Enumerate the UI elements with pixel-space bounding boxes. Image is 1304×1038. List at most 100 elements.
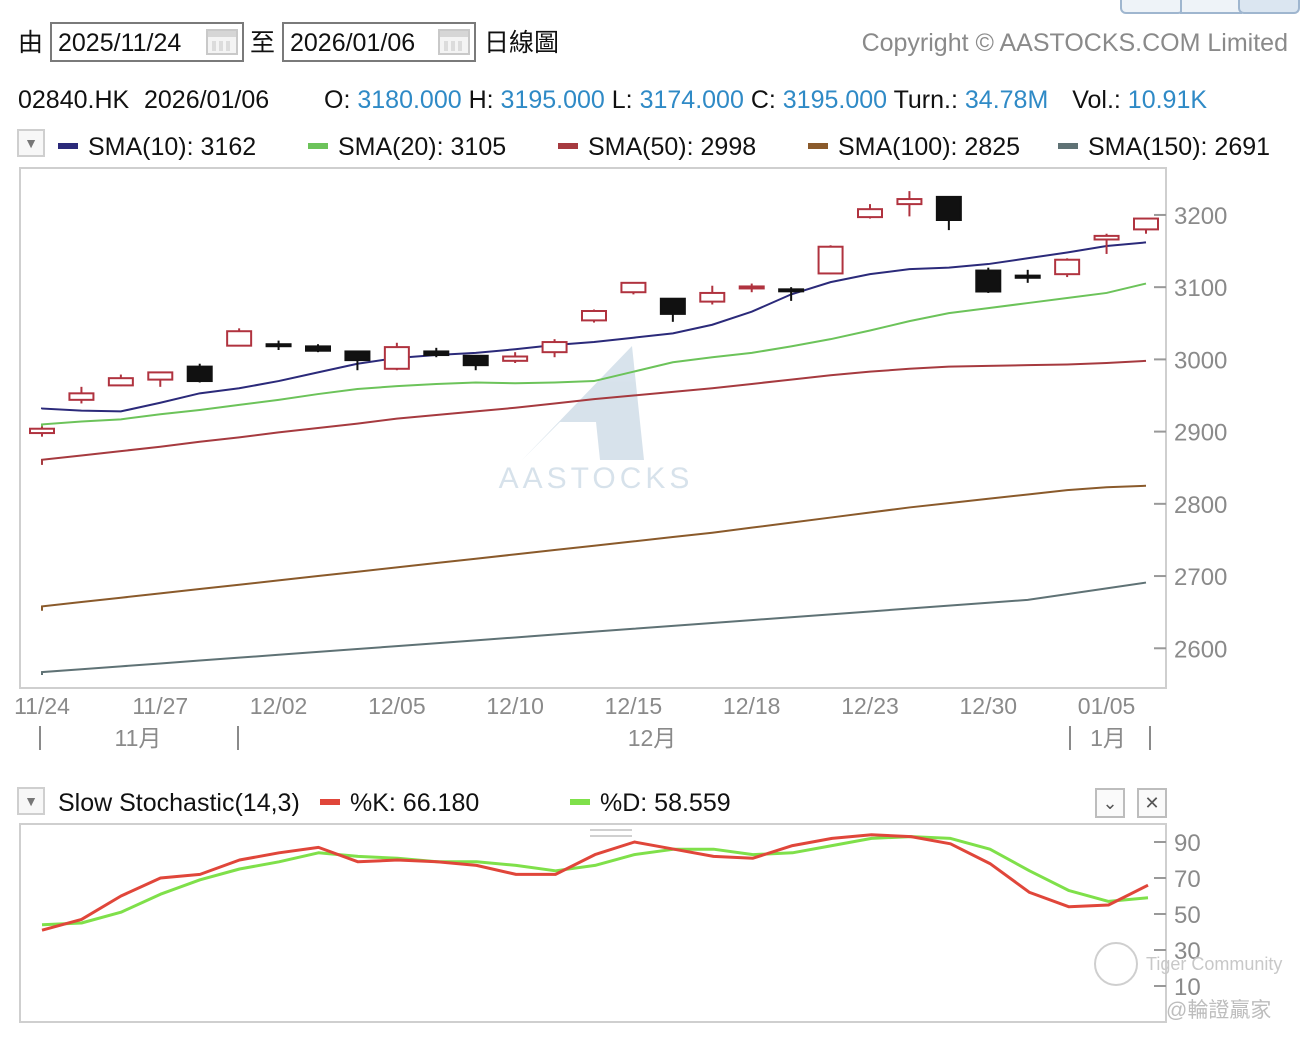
stoch-legend-k: %K: 66.180 [320,788,479,818]
price-chart[interactable]: AASTOCKS 2600 2700 2800 2900 3000 3100 3200 11/2… [0,160,1304,760]
candle-body [935,195,962,221]
x-tick-label: 12/02 [250,693,308,719]
indicator-dropdown-button[interactable]: ▼ [17,129,45,157]
toolbar-button-active[interactable] [1238,0,1300,14]
close-icon: ✕ [1144,793,1160,813]
legend-label: %D: 58.559 [600,789,731,817]
close-button[interactable]: ✕ [1137,788,1167,818]
open-label: O: [324,86,351,114]
legend-label: SMA(150): 2691 [1088,133,1271,161]
volume-value: 10.91K [1127,86,1208,114]
to-date-input[interactable]: 2026/01/06 [282,22,476,62]
y-tick-label: 90 [1174,830,1201,857]
stoch-legend-d: %D: 58.559 [570,788,731,818]
legend-label: SMA(100): 2825 [838,133,1021,161]
x-tick-label: 01/05 [1078,693,1136,719]
y-tick-label: 70 [1174,866,1201,893]
x-tick-label: 11/24 [14,693,70,719]
legend-swatch [1058,143,1078,150]
candle-body [620,281,647,294]
candle-body [344,350,371,362]
low-value: 3174.000 [639,86,744,114]
watermark-handle: @輪證贏家 [1166,999,1272,1022]
legend-label: SMA(20): 3105 [338,133,507,161]
close-value: 3195.000 [782,86,888,114]
toolbar-button[interactable] [1180,0,1242,14]
from-date-value: 2025/11/24 [58,29,182,57]
quote-date: 2026/01/06 [144,86,270,114]
candle-body [305,345,331,352]
candle-body [659,297,686,315]
x-tick-label: 12/23 [841,693,899,719]
legend-label: %K: 66.180 [350,789,480,817]
candle-body [383,346,410,370]
sma-legend-item-20: SMA(20): 3105 [308,132,506,162]
plot-area [19,823,1167,1023]
candle-body [738,285,765,290]
candle-body [265,343,292,348]
y-tick-label: 3100 [1174,275,1227,302]
calendar-icon[interactable] [206,29,238,55]
open-value: 3180.000 [357,86,462,114]
candle-body [1054,258,1081,276]
high-label: H: [468,86,494,114]
collapse-button[interactable]: ⌄ [1095,788,1125,818]
candle-body [581,310,607,322]
plot-area [19,167,1167,689]
sma-legend-item-100: SMA(100): 2825 [808,132,1020,162]
calendar-icon[interactable] [438,29,470,55]
from-date-input[interactable]: 2025/11/24 [50,22,244,62]
candle-body [975,269,1002,293]
to-date-value: 2026/01/06 [290,29,416,57]
y-tick-label: 3000 [1174,347,1227,374]
x-tick-label: 12/30 [960,693,1018,719]
stoch-title: Slow Stochastic(14,3) [58,789,300,817]
candle-body [423,350,450,357]
month-label: 11月 [115,725,162,751]
candle-body [147,371,174,381]
legend-label: SMA(10): 3162 [88,133,257,161]
watermark-tiger-community: Tiger Community [1146,954,1283,974]
x-tick-label: 12/18 [723,693,781,719]
legend-swatch [320,799,340,806]
candle-body [29,427,55,435]
toolbar-button[interactable] [1120,0,1184,14]
turnover-value: 34.78M [964,86,1049,114]
x-tick-label: 12/15 [605,693,663,719]
month-label: 1月 [1090,725,1126,751]
x-tick-label: 11/27 [132,693,188,719]
copyright-text: Copyright © AASTOCKS.COM Limited [861,29,1288,57]
candle-body [68,392,95,401]
volume-label: Vol.: [1072,86,1121,114]
sma-legend-item-150: SMA(150): 2691 [1058,132,1270,162]
y-tick-label: 2700 [1174,564,1227,591]
low-label: L: [611,86,633,114]
from-label: 由 [18,29,44,57]
candle-body [186,365,213,383]
candle-body [778,288,805,293]
sma-legend-item-50: SMA(50): 2998 [558,132,756,162]
candle-body [817,245,844,275]
candle-body [107,377,134,387]
legend-label: SMA(50): 2998 [588,133,757,161]
candle-body [857,208,883,219]
candle-body [226,330,253,347]
candle-body [896,198,923,206]
indicator-dropdown-button[interactable]: ▼ [17,787,45,815]
candle-body [1093,234,1120,241]
candle-body [1014,274,1041,279]
quote-symbol: 02840.HK [18,86,130,114]
candle-body [1133,217,1159,231]
quote-bar: O: 3180.000 H: 3195.000 L: 3174.000 C: 3… [324,85,1207,115]
legend-swatch [570,799,590,806]
turnover-label: Turn.: [893,86,958,114]
stochastic-chart[interactable]: 1030507090 [0,818,1304,1038]
tiger-logo-icon [1094,942,1138,986]
y-tick-label: 3200 [1174,203,1227,230]
y-tick-label: 2800 [1174,492,1227,519]
legend-swatch [308,143,328,150]
legend-swatch [58,143,78,150]
y-tick-label: 50 [1174,902,1201,929]
chart-kind-label: 日線圖 [484,29,560,57]
chevron-down-icon: ⌄ [1102,793,1118,813]
